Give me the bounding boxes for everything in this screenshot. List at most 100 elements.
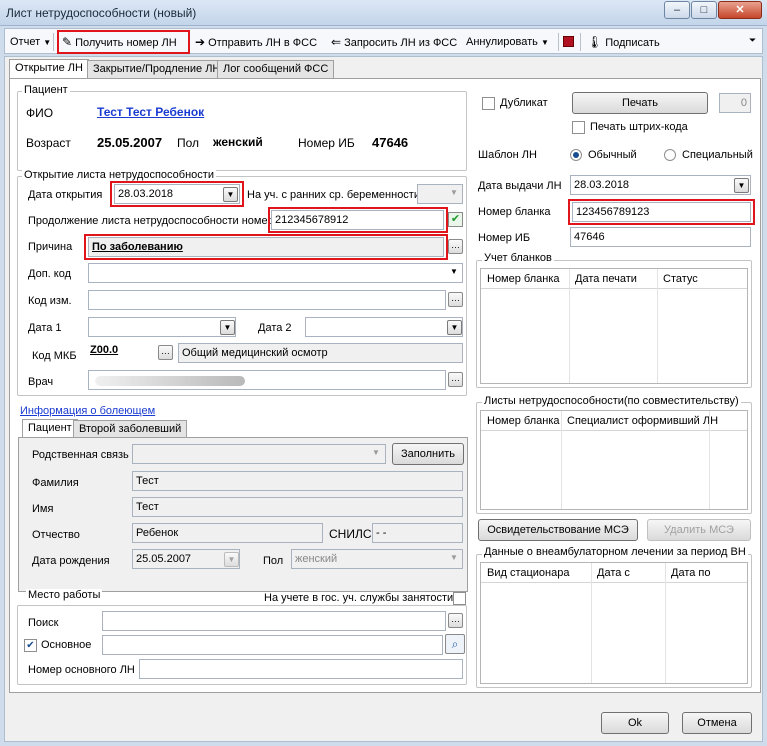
first-name-field[interactable]: Тест [132, 497, 463, 517]
sick-sex-label: Пол [263, 555, 284, 567]
work-search-browse-button[interactable]: … [448, 613, 463, 628]
certificate-icon: ✎ [62, 35, 73, 49]
main-work-field[interactable] [102, 635, 443, 655]
print-count-field[interactable]: 0 [719, 93, 751, 113]
mkb-code[interactable]: Z00.0 [90, 344, 118, 356]
ib-value: 47646 [372, 135, 409, 150]
chevron-down-icon: ▼ [450, 267, 458, 276]
date2-field[interactable] [305, 317, 463, 337]
outpatient-col-to[interactable]: Дата по [671, 567, 711, 579]
tab-sick-patient[interactable]: Пациент [22, 419, 78, 438]
search-icon[interactable]: ⌕ [445, 634, 465, 654]
tab-second-sick[interactable]: Второй заболевший [73, 420, 188, 438]
template-special-radio[interactable] [664, 149, 676, 161]
fill-button[interactable]: Заполнить [392, 443, 464, 465]
open-date-field[interactable]: 28.03.2018 [114, 184, 240, 204]
outpatient-col-from[interactable]: Дата с [597, 567, 630, 579]
blanks-col-status[interactable]: Статус [663, 273, 698, 285]
chevron-down-icon: ▼ [372, 448, 380, 457]
sign-button[interactable]: 🌡 Подписать [587, 34, 660, 50]
change-code-browse-button[interactable]: … [448, 292, 463, 307]
right-ib-field[interactable]: 47646 [570, 227, 751, 247]
template-normal-radio[interactable] [570, 149, 582, 161]
employment-checkbox[interactable] [453, 592, 466, 605]
relation-select[interactable] [132, 444, 386, 464]
barcode-checkbox[interactable] [572, 121, 585, 134]
issue-date-calendar-icon[interactable]: ▼ [734, 178, 749, 193]
tab-opening[interactable]: Открытие ЛН [9, 59, 89, 79]
main-label: Основное [41, 639, 92, 651]
maximize-button[interactable]: □ [691, 1, 717, 19]
mkb-browse-button[interactable]: … [158, 345, 173, 360]
birth-calendar-icon[interactable]: ▼ [224, 552, 239, 567]
open-date-value: 28.03.2018 [118, 188, 174, 200]
ok-button[interactable]: Ok [601, 712, 669, 734]
continuation-value: 212345678912 [275, 214, 349, 226]
right-ib-label: Номер ИБ [478, 232, 531, 244]
column-divider [591, 563, 592, 683]
request-fss-button[interactable]: ⇐ Запросить ЛН из ФСС [331, 34, 457, 50]
tab-fss-log[interactable]: Лог сообщений ФСС [217, 60, 335, 79]
date1-field[interactable] [88, 317, 236, 337]
sick-sex-select[interactable]: женский [291, 549, 463, 569]
annul-menu[interactable]: Аннулировать ▼ [466, 34, 549, 50]
main-checkbox[interactable]: ✔ [24, 639, 37, 652]
parttime-col-specialist[interactable]: Специалист оформивший ЛН [567, 415, 718, 427]
mse-delete-button[interactable]: Удалить МСЭ [647, 519, 751, 541]
continuation-field[interactable]: 212345678912 [271, 210, 444, 230]
sick-info-link[interactable]: Информация о болеющем [20, 405, 155, 417]
send-fss-button[interactable]: ➔ Отправить ЛН в ФСС [195, 34, 317, 50]
outpatient-table[interactable]: Вид стационара Дата с Дата по [480, 562, 748, 684]
mse-exam-button[interactable]: Освидетельствование МСЭ [478, 519, 638, 541]
chevron-down-icon: ▼ [43, 38, 52, 47]
print-button[interactable]: Печать [572, 92, 708, 114]
calendar-dropdown-icon[interactable]: ▼ [223, 187, 238, 202]
parttime-table[interactable]: Номер бланка Специалист оформивший ЛН [480, 410, 748, 510]
parttime-col-number[interactable]: Номер бланка [487, 415, 560, 427]
reason-browse-button[interactable]: … [448, 239, 463, 254]
blanks-col-number[interactable]: Номер бланка [487, 273, 560, 285]
issue-date-field[interactable]: 28.03.2018 [570, 175, 751, 195]
content-area: Открытие ЛН Закрытие/Продление ЛН Лог со… [4, 56, 763, 742]
change-code-field[interactable] [88, 290, 446, 310]
patient-group-title: Пациент [22, 84, 70, 96]
template-label: Шаблон ЛН [478, 149, 537, 161]
blanks-group-title: Учет бланков [482, 252, 554, 264]
mkb-text-value: Общий медицинский осмотр [182, 347, 328, 359]
fio-link[interactable]: Тест Тест Ребенок [97, 105, 204, 119]
snils-field[interactable]: - - [372, 523, 463, 543]
title-bar: Лист нетрудоспособности (новый) – □ ✕ [0, 0, 767, 26]
mkb-text-field: Общий медицинский осмотр [178, 343, 463, 363]
blanks-table[interactable]: Номер бланка Дата печати Статус [480, 268, 748, 384]
work-search-field[interactable] [102, 611, 446, 631]
cancel-button[interactable]: Отмена [682, 712, 752, 734]
get-number-button[interactable]: ✎ Получить номер ЛН [62, 34, 177, 50]
tab-panel: Пациент ФИО Тест Тест Ребенок Возраст 25… [9, 78, 761, 693]
receive-arrow-icon: ⇐ [331, 35, 342, 49]
extra-code-select[interactable] [88, 263, 463, 283]
reason-field[interactable]: По заболеванию [88, 237, 444, 257]
template-special-label: Специальный [682, 149, 753, 161]
doctor-browse-button[interactable]: … [448, 372, 463, 387]
overflow-chevron-icon[interactable]: ⏷ [749, 35, 756, 46]
toolbar: Отчет ▼ ✎ Получить номер ЛН ➔ Отправить ЛН… [4, 28, 763, 54]
tab-closing[interactable]: Закрытие/Продление ЛН [87, 60, 227, 79]
blanks-col-print-date[interactable]: Дата печати [575, 273, 637, 285]
date2-calendar-icon[interactable]: ▼ [447, 320, 462, 335]
outpatient-col-type[interactable]: Вид стационара [487, 567, 569, 579]
check-icon[interactable]: ✔ [448, 212, 463, 227]
close-button[interactable]: ✕ [718, 1, 762, 19]
main-ln-field[interactable] [139, 659, 463, 679]
right-ib-value: 47646 [574, 231, 605, 243]
minimize-button[interactable]: – [664, 1, 690, 19]
blank-field[interactable]: 123456789123 [572, 202, 751, 222]
stop-icon[interactable] [563, 36, 574, 47]
duplicate-label: Дубликат [500, 97, 548, 109]
last-name-field[interactable]: Тест [132, 471, 463, 491]
doctor-field[interactable] [88, 370, 446, 390]
date1-calendar-icon[interactable]: ▼ [220, 320, 235, 335]
duplicate-checkbox[interactable] [482, 97, 495, 110]
report-menu[interactable]: Отчет ▼ [10, 34, 51, 50]
middle-name-field[interactable]: Ребенок [132, 523, 323, 543]
snils-value: - - [376, 527, 387, 539]
